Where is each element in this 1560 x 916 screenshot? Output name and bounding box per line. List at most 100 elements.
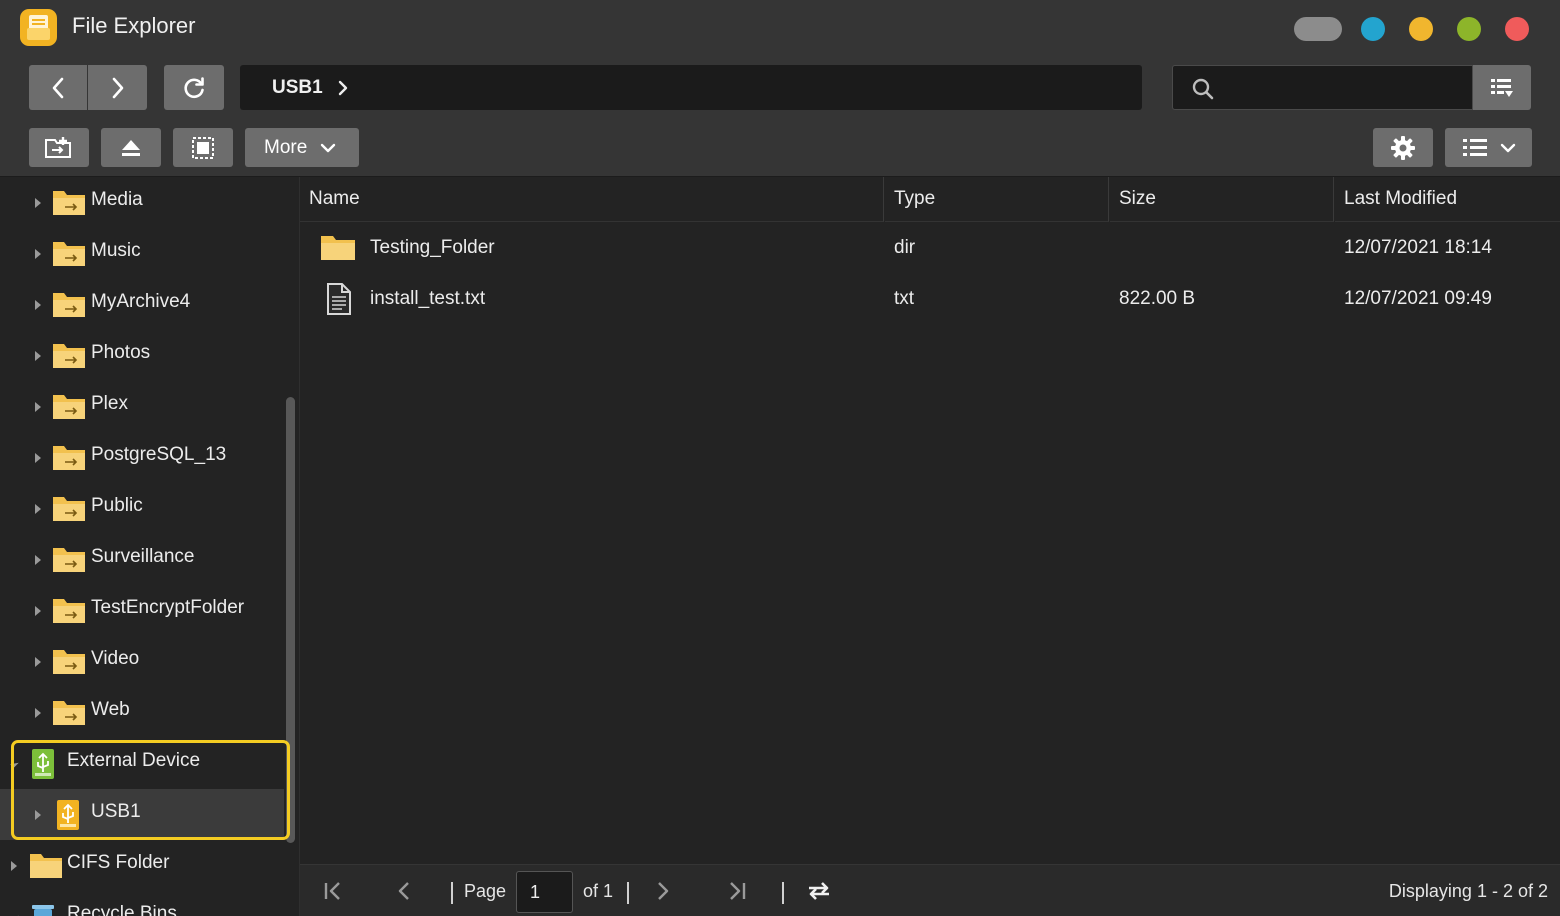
tree-item-postgresql-13[interactable]: PostgreSQL_13	[0, 432, 284, 483]
tree-item-label: Recycle Bins	[67, 903, 177, 916]
display-count: Displaying 1 - 2 of 2	[1388, 881, 1548, 901]
previous-page-icon[interactable]	[396, 879, 412, 903]
tree-item-label: Music	[91, 240, 141, 261]
chevron-right-icon[interactable]	[337, 79, 349, 97]
refresh-list-icon[interactable]	[805, 879, 833, 903]
column-header-name[interactable]: Name	[300, 177, 884, 222]
back-button[interactable]	[29, 65, 87, 110]
chevron-left-icon	[52, 77, 64, 98]
table-row[interactable]: Testing_Folder dir 12/07/2021 18:14	[300, 223, 1560, 274]
page-label: Page	[464, 881, 507, 901]
next-page-icon[interactable]	[655, 879, 671, 903]
tree-item-surveillance[interactable]: Surveillance	[0, 534, 284, 585]
shared-folder-icon	[53, 293, 85, 317]
expand-arrow-icon[interactable]	[35, 657, 41, 667]
folder-icon	[321, 236, 355, 260]
file-modified: 12/07/2021 09:49	[1344, 288, 1492, 309]
shared-folder-icon	[53, 191, 85, 215]
expand-arrow-icon[interactable]	[35, 249, 41, 259]
file-icon	[327, 283, 351, 315]
file-type: dir	[894, 237, 916, 258]
breadcrumb-usb1[interactable]: USB1	[272, 77, 323, 99]
page-number-input[interactable]	[516, 871, 573, 913]
create-folder-button[interactable]	[29, 128, 89, 167]
expand-arrow-icon[interactable]	[35, 300, 41, 310]
tree-item-recycle-bins[interactable]: Recycle Bins	[0, 891, 284, 916]
table-row[interactable]: install_test.txt txt 822.00 B 12/07/2021…	[300, 274, 1560, 325]
expand-arrow-icon[interactable]	[35, 402, 41, 412]
refresh-button[interactable]	[164, 65, 224, 110]
chevron-down-icon	[321, 143, 336, 152]
expand-arrow-icon[interactable]	[35, 198, 41, 208]
file-name: Testing_Folder	[370, 237, 495, 258]
sidebar-scrollbar[interactable]	[286, 397, 295, 843]
shared-folder-icon	[53, 344, 85, 368]
tree-item-cifs-folder[interactable]: CIFS Folder	[0, 840, 284, 891]
forward-button[interactable]	[88, 65, 147, 110]
search-input[interactable]	[1219, 66, 1469, 109]
tree-item-myarchive4[interactable]: MyArchive4	[0, 279, 284, 330]
column-header-last-modified[interactable]: Last Modified	[1335, 177, 1560, 222]
chevron-down-icon	[1500, 143, 1515, 152]
tree-item-testencryptfolder[interactable]: TestEncryptFolder	[0, 585, 284, 636]
breadcrumb: USB1	[240, 65, 1142, 110]
first-page-icon[interactable]	[322, 879, 344, 903]
tree-item-label: USB1	[91, 801, 141, 822]
eject-button[interactable]	[101, 128, 161, 167]
pagination-bar: Page of 1 Displaying 1 - 2 of 2	[300, 864, 1560, 916]
expand-arrow-icon[interactable]	[35, 453, 41, 463]
shared-folder-icon	[53, 497, 85, 521]
tree-item-media[interactable]: Media	[0, 177, 284, 228]
tree-item-video[interactable]: Video	[0, 636, 284, 687]
file-explorer-app-icon	[20, 9, 57, 46]
tree-item-label: Media	[91, 189, 143, 210]
chevron-right-icon	[112, 77, 123, 98]
shared-folder-icon	[53, 395, 85, 419]
maximize-button[interactable]	[1457, 17, 1481, 41]
recycle-bin-icon	[32, 905, 54, 916]
expand-arrow-icon[interactable]	[35, 810, 41, 820]
expand-arrow-icon[interactable]	[35, 555, 41, 565]
expand-arrow-icon[interactable]	[11, 861, 17, 871]
select-all-button[interactable]	[173, 128, 233, 167]
shared-folder-icon	[53, 599, 85, 623]
expand-arrow-icon[interactable]	[35, 351, 41, 361]
tree-item-label: CIFS Folder	[67, 852, 170, 873]
usb-drive-icon	[57, 800, 79, 830]
separator	[782, 882, 784, 904]
tree-item-external-device[interactable]: External Device	[0, 738, 284, 789]
collapse-arrow-icon[interactable]	[10, 759, 19, 768]
tree-item-plex[interactable]: Plex	[0, 381, 284, 432]
tree-item-music[interactable]: Music	[0, 228, 284, 279]
last-page-icon[interactable]	[726, 879, 748, 903]
tree-item-usb1[interactable]: USB1	[0, 789, 284, 840]
advanced-search-button[interactable]	[1473, 65, 1531, 110]
collapse-arrow-icon[interactable]	[10, 912, 19, 916]
more-menu-button[interactable]: More	[245, 128, 359, 167]
window-control-pill[interactable]	[1294, 17, 1342, 41]
expand-arrow-icon[interactable]	[35, 708, 41, 718]
column-header-size[interactable]: Size	[1110, 177, 1334, 222]
expand-arrow-icon[interactable]	[35, 606, 41, 616]
column-header-type[interactable]: Type	[885, 177, 1109, 222]
file-name: install_test.txt	[370, 288, 486, 309]
view-mode-button[interactable]	[1445, 128, 1532, 167]
create-folder-icon	[45, 136, 71, 158]
close-button[interactable]	[1505, 17, 1529, 41]
title-and-toolbar: File Explorer USB1 More	[0, 0, 1560, 177]
settings-button[interactable]	[1373, 128, 1433, 167]
shared-folder-icon	[53, 650, 85, 674]
tree-item-web[interactable]: Web	[0, 687, 284, 738]
refresh-icon	[184, 76, 204, 98]
tree-item-photos[interactable]: Photos	[0, 330, 284, 381]
file-type: txt	[894, 288, 915, 309]
tree-item-label: Web	[91, 699, 130, 720]
list-view-icon	[1462, 138, 1487, 156]
expand-arrow-icon[interactable]	[35, 504, 41, 514]
minimize-button[interactable]	[1409, 17, 1433, 41]
window-control-blue[interactable]	[1361, 17, 1385, 41]
file-size: 822.00 B	[1119, 288, 1196, 309]
page-total-label: of 1	[583, 881, 614, 901]
tree-item-public[interactable]: Public	[0, 483, 284, 534]
shared-folder-icon	[53, 548, 85, 572]
